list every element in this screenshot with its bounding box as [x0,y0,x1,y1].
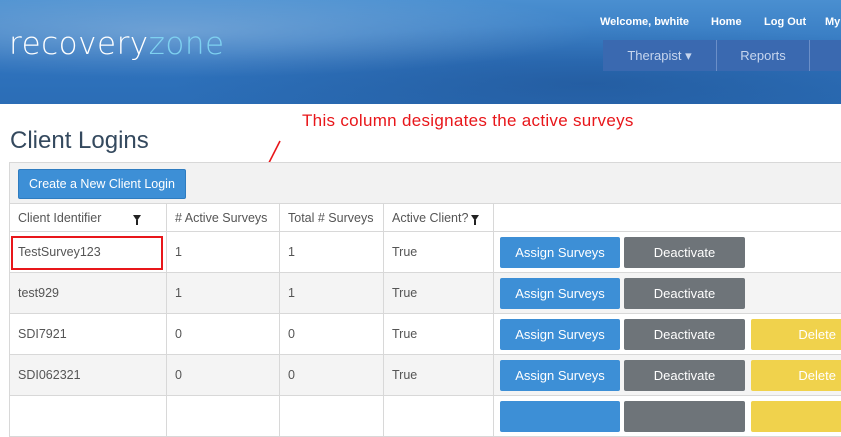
my-link[interactable]: My [825,16,840,28]
active-client-cell: True [384,232,494,273]
client-identifier-cell: SDI062321 [10,355,167,396]
assign-surveys-button[interactable]: Assign Surveys [500,278,620,309]
home-link[interactable]: Home [711,16,742,28]
site-header: recoveryzone Welcome, bwhite Home Log Ou… [0,0,841,104]
active-surveys-cell: 0 [167,314,280,355]
page-title: Client Logins [10,127,149,155]
total-surveys-cell [280,396,384,437]
total-surveys-cell: 1 [280,232,384,273]
assign-surveys-button[interactable]: Assign Surveys [500,237,620,268]
client-identifier-cell: test929 [10,273,167,314]
table-toolbar: Create a New Client Login [9,162,841,203]
active-surveys-cell: 0 [167,355,280,396]
table-row: SDI7921 0 0 True Assign Surveys Deactiva… [10,314,841,355]
actions-cell [494,396,841,437]
logout-link[interactable]: Log Out [764,16,806,28]
total-surveys-cell: 0 [280,314,384,355]
delete-button[interactable] [751,401,841,432]
header-total-surveys[interactable]: Total # Surveys [280,204,384,232]
header-active-client[interactable]: Active Client? [384,204,494,232]
header-active-surveys[interactable]: # Active Surveys [167,204,280,232]
assign-surveys-button[interactable] [500,401,620,432]
table-header-row: Client Identifier # Active Surveys Total… [10,204,841,232]
assign-surveys-button[interactable]: Assign Surveys [500,360,620,391]
header-actions [494,204,841,232]
client-identifier-cell [10,396,167,437]
filter-icon[interactable] [471,215,479,221]
total-surveys-cell: 0 [280,355,384,396]
welcome-text: Welcome, bwhite [600,16,689,28]
active-client-cell: True [384,355,494,396]
actions-cell: Assign Surveys Deactivate Delete [494,355,841,396]
client-identifier-cell: TestSurvey123 [10,232,167,273]
client-logins-table: Client Identifier # Active Surveys Total… [9,203,841,437]
active-client-cell: True [384,273,494,314]
actions-cell: Assign Surveys Deactivate [494,232,841,273]
active-client-cell: True [384,314,494,355]
delete-button[interactable]: Delete [751,360,841,391]
recoveryzone-logo[interactable]: recoveryzone [9,26,225,62]
total-surveys-cell: 1 [280,273,384,314]
active-surveys-cell [167,396,280,437]
nav-h[interactable]: H [810,40,841,71]
nav-reports[interactable]: Reports [717,40,810,71]
actions-cell: Assign Surveys Deactivate Delete [494,314,841,355]
client-identifier-cell: SDI7921 [10,314,167,355]
active-surveys-cell: 1 [167,232,280,273]
assign-surveys-button[interactable]: Assign Surveys [500,319,620,350]
deactivate-button[interactable] [624,401,745,432]
annotation-text: This column designates the active survey… [302,111,634,131]
create-client-login-button[interactable]: Create a New Client Login [18,169,186,199]
active-client-cell [384,396,494,437]
nav-therapist[interactable]: Therapist ▾ [603,40,717,71]
active-surveys-cell: 1 [167,273,280,314]
header-client-identifier[interactable]: Client Identifier [10,204,167,232]
actions-cell: Assign Surveys Deactivate [494,273,841,314]
table-row-partial [10,396,841,437]
main-nav: Therapist ▾ Reports H [603,40,841,71]
table-row: SDI062321 0 0 True Assign Surveys Deacti… [10,355,841,396]
table-row: TestSurvey123 1 1 True Assign Surveys De… [10,232,841,273]
deactivate-button[interactable]: Deactivate [624,360,745,391]
filter-icon[interactable] [133,215,141,221]
table-row: test929 1 1 True Assign Surveys Deactiva… [10,273,841,314]
deactivate-button[interactable]: Deactivate [624,237,745,268]
deactivate-button[interactable]: Deactivate [624,319,745,350]
delete-button[interactable]: Delete [751,319,841,350]
deactivate-button[interactable]: Deactivate [624,278,745,309]
